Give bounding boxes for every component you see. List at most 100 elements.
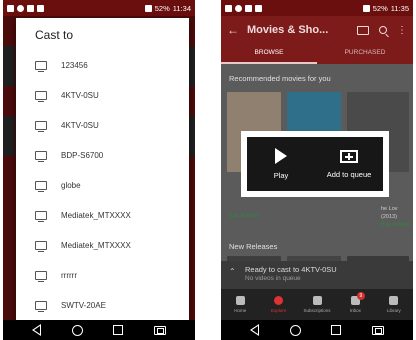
cast-mini-controller[interactable]: ⌃ Ready to cast to 4KTV-0SU No videos in… (221, 261, 413, 289)
cast-device-label: 4KTV-0SU (61, 90, 99, 100)
screen-mirror-icon[interactable] (153, 325, 166, 335)
notification-icon (17, 4, 24, 12)
tv-icon (35, 210, 47, 222)
nav-explore[interactable]: Explore (259, 289, 297, 320)
tab-bar: BROWSE PURCHASED (221, 44, 413, 64)
inbox-badge: 9 (356, 292, 365, 300)
nav-label: Explore (270, 308, 287, 313)
cast-device-label: Mediatek_MTXXXX (61, 210, 131, 220)
play-label: Play (273, 171, 289, 180)
section-heading: New Releases (229, 242, 278, 251)
clock: 11:34 (172, 3, 191, 13)
cast-device-item[interactable]: globe (16, 170, 189, 200)
cast-device-label: Mediatek_MTXXXX (61, 240, 131, 250)
inbox-icon: 9 (350, 292, 365, 305)
search-icon[interactable] (379, 26, 387, 34)
play-button[interactable]: Play (247, 137, 315, 191)
cast-device-item[interactable]: 4KTV-0SU (16, 80, 189, 110)
recent-apps-icon[interactable] (113, 325, 124, 335)
subscriptions-icon (312, 296, 322, 305)
bottom-navigation: Home Explore Subscriptions 9 Inbox Libra… (221, 289, 413, 320)
nav-home[interactable]: Home (221, 289, 259, 320)
download-icon (27, 4, 34, 12)
cast-icon[interactable] (357, 25, 369, 35)
back-icon[interactable] (32, 324, 42, 336)
library-icon (389, 296, 399, 305)
download-icon (255, 4, 262, 12)
nav-label: Library (386, 308, 401, 313)
cast-device-item[interactable]: rrrrrr (16, 260, 189, 290)
battery-level: 52% (154, 3, 170, 13)
nav-library[interactable]: Library (375, 289, 413, 320)
cast-device-label: rrrrrr (61, 270, 77, 280)
status-bar: 52% 11:35 (221, 0, 413, 16)
nav-label: Subscriptions (303, 308, 331, 313)
cast-device-label: 123456 (61, 60, 88, 70)
tv-icon (35, 240, 47, 252)
tv-icon (35, 180, 47, 192)
nav-subscriptions[interactable]: Subscriptions (298, 289, 336, 320)
back-arrow-icon[interactable]: ← (227, 23, 239, 37)
section-heading: Recommended movies for you (229, 74, 331, 83)
download-icon (37, 4, 44, 12)
cast-device-label: SWTV-20AE (61, 300, 106, 310)
add-to-queue-button[interactable]: Add to queue (315, 137, 383, 191)
system-nav-bar (3, 320, 195, 340)
system-nav-bar (221, 320, 413, 340)
queue-status-text: No videos in queue (245, 275, 301, 282)
nav-label: Inbox (349, 308, 361, 313)
clock: 11:35 (390, 3, 409, 13)
home-icon[interactable] (71, 324, 83, 336)
background-tile (3, 46, 15, 86)
cast-device-label: 4KTV-0SU (61, 120, 99, 130)
cast-device-label: globe (61, 180, 81, 190)
cast-device-item[interactable]: Mediatek_MTXXXX (16, 230, 189, 260)
right-phone-screen: 52% 11:35 ← Movies & Sho... ⋮ BROWSE PUR… (221, 0, 413, 340)
home-icon (235, 296, 245, 305)
explore-icon (274, 296, 284, 305)
background-tile (3, 116, 15, 156)
more-options-icon[interactable]: ⋮ (397, 25, 407, 36)
screen-mirror-icon[interactable] (371, 325, 384, 335)
tv-icon (35, 270, 47, 282)
nav-inbox[interactable]: 9 Inbox (336, 289, 374, 320)
nav-label: Home (234, 308, 247, 313)
tv-icon (35, 150, 47, 162)
status-bar: 52% 11:34 (3, 0, 195, 16)
add-to-queue-label: Add to queue (326, 169, 372, 179)
buy-or-rent-label: Buy or Rent (229, 213, 259, 219)
cast-dialog-title: Cast to (35, 28, 74, 42)
cast-device-label: BDP-S6700 (61, 150, 104, 160)
tv-icon (35, 300, 47, 312)
page-title: Movies & Sho... (247, 24, 329, 36)
download-icon (245, 4, 252, 12)
back-icon[interactable] (250, 324, 260, 336)
add-to-queue-icon (340, 149, 358, 163)
cast-device-item[interactable]: 123456 (16, 50, 189, 80)
wifi-icon (144, 4, 152, 12)
cast-ready-text: Ready to cast to 4KTV-0SU (245, 265, 337, 274)
cast-device-item[interactable]: Mediatek_MTXXXX (16, 200, 189, 230)
movie-year: (2013) (381, 214, 397, 220)
cast-device-item[interactable]: BDP-S6700 (16, 140, 189, 170)
buy-or-rent-label: Buy or Rent (381, 222, 411, 228)
chevron-up-icon[interactable]: ⌃ (229, 267, 236, 276)
battery-level: 52% (372, 3, 388, 13)
cast-dialog: Cast to 123456 4KTV-0SU 4KTV-0SU BDP-S67… (16, 18, 189, 320)
cast-device-item[interactable]: 4KTV-0SU (16, 110, 189, 140)
play-options-popup: Play Add to queue (241, 131, 389, 197)
recent-apps-icon[interactable] (331, 325, 342, 335)
wifi-icon (362, 4, 370, 12)
notification-icon (225, 4, 232, 12)
tab-purchased[interactable]: PURCHASED (317, 44, 413, 64)
movie-title: he Lov (381, 206, 398, 212)
notification-icon (235, 4, 242, 12)
cast-device-item[interactable]: SWTV-20AE (16, 290, 189, 320)
home-icon[interactable] (289, 324, 301, 336)
play-icon (275, 148, 287, 164)
tab-browse[interactable]: BROWSE (221, 44, 317, 64)
tv-icon (35, 120, 47, 132)
tv-icon (35, 60, 47, 72)
app-toolbar: ← Movies & Sho... ⋮ (221, 16, 413, 44)
notification-icon (7, 4, 14, 12)
